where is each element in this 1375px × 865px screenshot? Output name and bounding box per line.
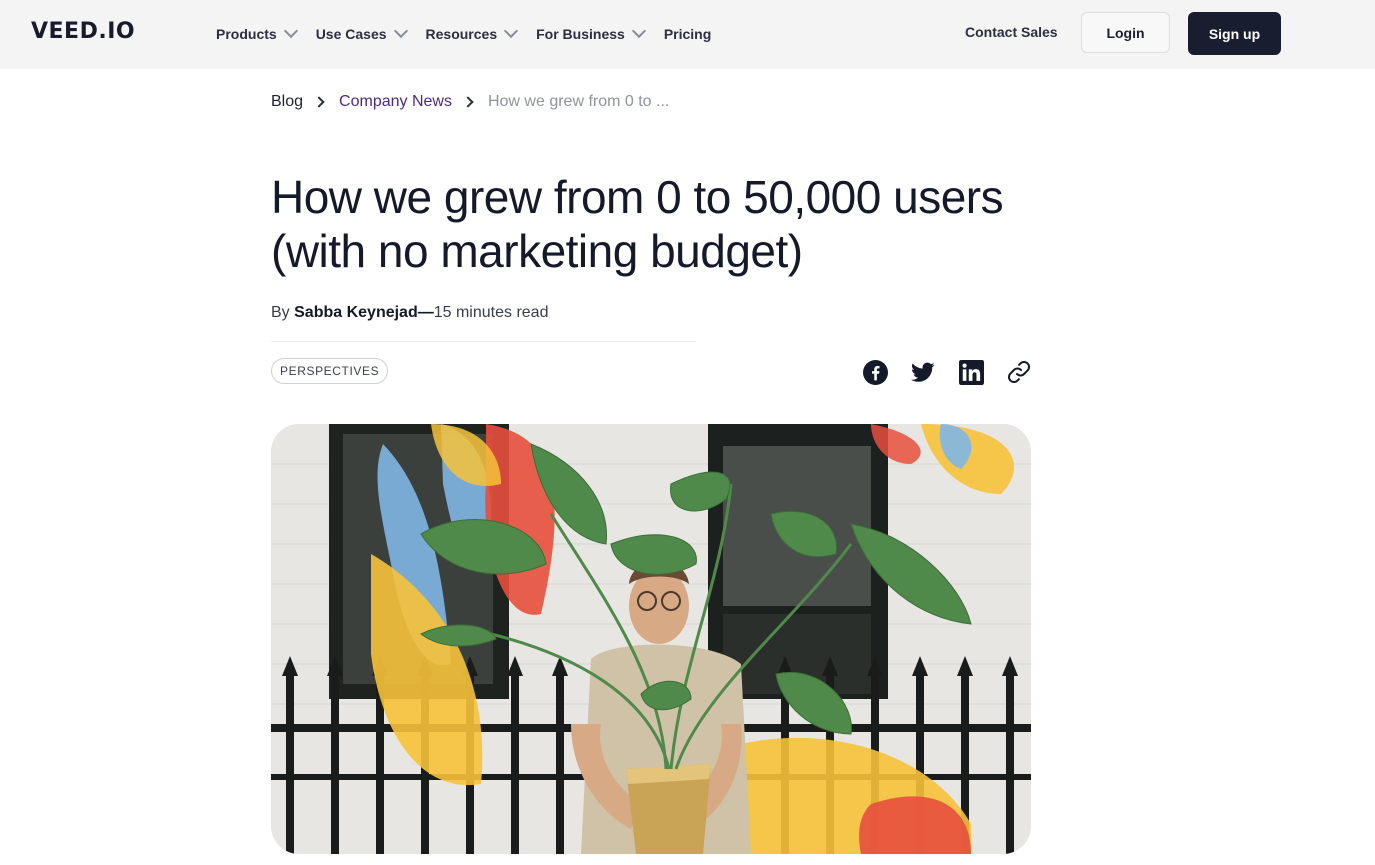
signup-button[interactable]: Sign up: [1188, 12, 1281, 55]
veed-logo[interactable]: VEED.IO: [31, 19, 135, 44]
share-twitter-button[interactable]: [910, 359, 936, 385]
byline-dash: —: [417, 304, 434, 321]
article-byline: By Sabba Keynejad—15 minutes read: [271, 304, 548, 322]
byline-divider: [271, 341, 696, 342]
link-icon: [1008, 361, 1030, 383]
contact-sales-link[interactable]: Contact Sales: [965, 24, 1058, 40]
copy-link-button[interactable]: [1006, 359, 1032, 385]
chevron-right-icon: [313, 96, 325, 108]
share-linkedin-button[interactable]: [958, 359, 984, 385]
nav-for-business-label: For Business: [536, 26, 625, 42]
breadcrumb-category-link[interactable]: Company News: [339, 93, 452, 111]
read-time: 15 minutes read: [433, 304, 549, 321]
hero-photo-plant-person: [271, 424, 1031, 854]
breadcrumb-current: How we grew from 0 to ...: [487, 93, 670, 110]
facebook-icon: [862, 359, 888, 385]
nav-use-cases-label: Use Cases: [315, 26, 387, 42]
twitter-icon: [911, 362, 935, 382]
chevron-right-icon: [462, 96, 474, 108]
share-facebook-button[interactable]: [862, 359, 888, 385]
nav-for-business[interactable]: For Business: [536, 23, 646, 44]
nav-pricing-label: Pricing: [663, 26, 712, 42]
linkedin-icon: [958, 359, 984, 385]
byline-prefix: By: [271, 304, 290, 321]
nav-resources[interactable]: Resources: [425, 23, 519, 44]
chevron-down-icon: [631, 23, 646, 39]
login-button[interactable]: Login: [1081, 12, 1170, 53]
chevron-down-icon: [504, 23, 519, 39]
article-title: How we grew from 0 to 50,000 users (with…: [271, 171, 1004, 277]
chevron-down-icon: [393, 23, 408, 39]
top-navigation-bar: VEED.IO Products Use Cases Resources For…: [0, 0, 1375, 69]
breadcrumb-blog-link[interactable]: Blog: [271, 93, 303, 111]
category-tag[interactable]: PERSPECTIVES: [271, 358, 389, 384]
nav-resources-label: Resources: [425, 26, 498, 42]
author-name[interactable]: Sabba Keynejad: [294, 304, 418, 321]
chevron-down-icon: [283, 23, 298, 39]
nav-products-label: Products: [216, 26, 277, 42]
article-hero-image: [271, 424, 1031, 854]
nav-products[interactable]: Products: [216, 23, 298, 44]
breadcrumb: Blog Company News How we grew from 0 to …: [271, 93, 669, 111]
nav-pricing[interactable]: Pricing: [664, 24, 711, 44]
main-nav: Products Use Cases Resources For Busines…: [216, 23, 731, 44]
nav-use-cases[interactable]: Use Cases: [315, 23, 408, 44]
